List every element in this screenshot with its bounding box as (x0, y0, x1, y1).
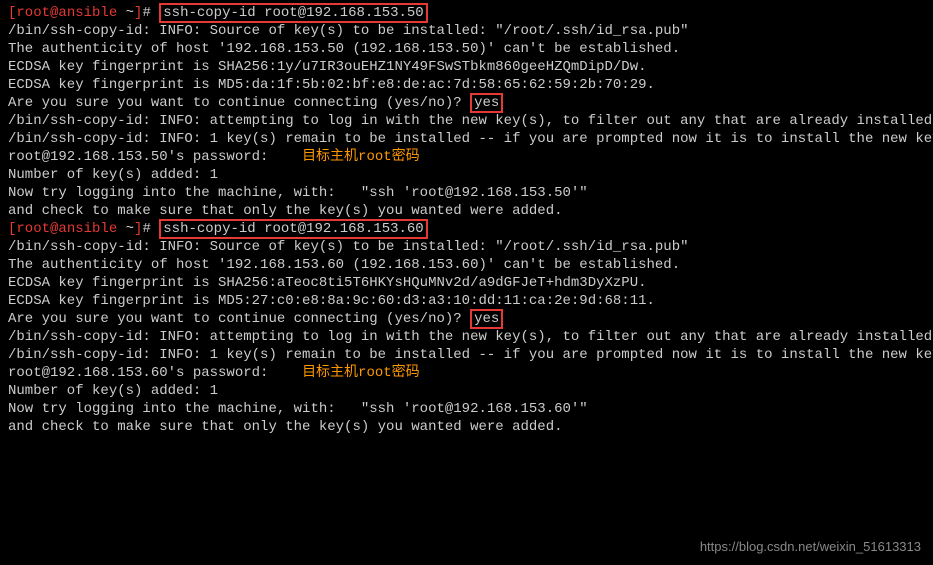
output-line: Number of key(s) added: 1 (8, 382, 925, 400)
output-line: Number of key(s) added: 1 (8, 166, 925, 184)
output-line: /bin/ssh-copy-id: INFO: attempting to lo… (8, 112, 925, 130)
output-line: ECDSA key fingerprint is MD5:da:1f:5b:02… (8, 76, 925, 94)
password-line-1: root@192.168.153.50's password: 目标主机root… (8, 148, 925, 166)
output-line: and check to make sure that only the key… (8, 418, 925, 436)
cwd: ~ (117, 221, 134, 237)
confirm-prompt: Are you sure you want to continue connec… (8, 95, 470, 111)
confirm-answer-1[interactable]: yes (470, 93, 503, 113)
prompt-line-1: [root@ansible ~]# ssh-copy-id root@192.1… (8, 4, 925, 22)
output-line: ECDSA key fingerprint is SHA256:aTeoc8ti… (8, 274, 925, 292)
cwd: ~ (117, 5, 134, 21)
output-line: /bin/ssh-copy-id: INFO: Source of key(s)… (8, 22, 925, 40)
annotation-2: 目标主机root密码 (302, 365, 420, 381)
hash: # (142, 221, 159, 237)
output-line: /bin/ssh-copy-id: INFO: attempting to lo… (8, 328, 925, 346)
output-line: /bin/ssh-copy-id: INFO: 1 key(s) remain … (8, 130, 925, 148)
password-prompt: root@192.168.153.60's password: (8, 365, 302, 381)
output-line: Now try logging into the machine, with: … (8, 400, 925, 418)
command-1[interactable]: ssh-copy-id root@192.168.153.50 (159, 3, 427, 23)
hash: # (142, 5, 159, 21)
output-line: Now try logging into the machine, with: … (8, 184, 925, 202)
output-line: /bin/ssh-copy-id: INFO: Source of key(s)… (8, 238, 925, 256)
prompt-line-2: [root@ansible ~]# ssh-copy-id root@192.1… (8, 220, 925, 238)
annotation-1: 目标主机root密码 (302, 149, 420, 165)
output-line: ECDSA key fingerprint is SHA256:1y/u7IR3… (8, 58, 925, 76)
confirm-answer-2[interactable]: yes (470, 309, 503, 329)
output-line: The authenticity of host '192.168.153.50… (8, 40, 925, 58)
password-line-2: root@192.168.153.60's password: 目标主机root… (8, 364, 925, 382)
output-line: ECDSA key fingerprint is MD5:27:c0:e8:8a… (8, 292, 925, 310)
confirm-line-1: Are you sure you want to continue connec… (8, 94, 925, 112)
output-line: The authenticity of host '192.168.153.60… (8, 256, 925, 274)
password-prompt: root@192.168.153.50's password: (8, 149, 302, 165)
watermark: https://blog.csdn.net/weixin_51613313 (700, 538, 921, 556)
command-2[interactable]: ssh-copy-id root@192.168.153.60 (159, 219, 427, 239)
output-line: /bin/ssh-copy-id: INFO: 1 key(s) remain … (8, 346, 925, 364)
confirm-prompt: Are you sure you want to continue connec… (8, 311, 470, 327)
output-line: and check to make sure that only the key… (8, 202, 925, 220)
confirm-line-2: Are you sure you want to continue connec… (8, 310, 925, 328)
user-host: root@ansible (16, 221, 117, 237)
user-host: root@ansible (16, 5, 117, 21)
